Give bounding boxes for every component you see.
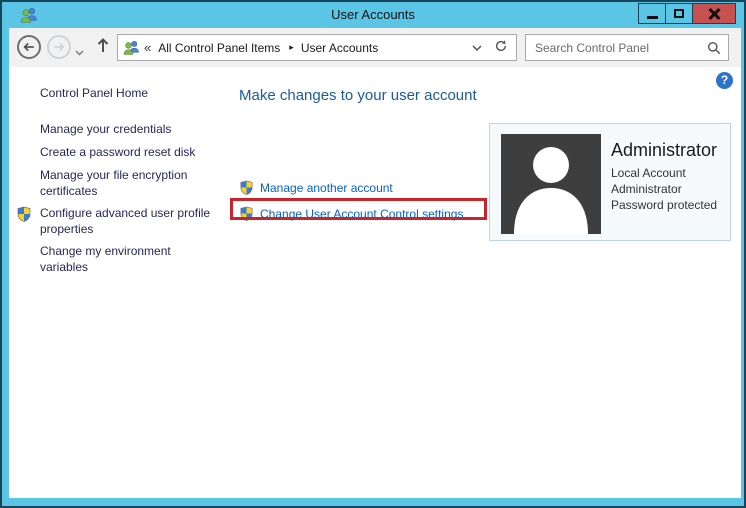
close-icon: [708, 8, 720, 20]
manage-another-account-link[interactable]: Manage another account: [239, 180, 393, 195]
manage-another-account-label: Manage another account: [260, 181, 393, 195]
sidebar-item-environment-variables[interactable]: Change my environment variables: [40, 243, 216, 275]
page-title: Make changes to your user account: [239, 87, 477, 104]
breadcrumb-item-all-control-panel-items[interactable]: All Control Panel Items: [158, 41, 280, 55]
navigation-toolbar: « All Control Panel Items ▸ User Account…: [9, 28, 741, 67]
title-bar[interactable]: User Accounts: [2, 2, 744, 28]
back-arrow-icon: [21, 39, 37, 55]
person-silhouette-icon: [501, 134, 601, 234]
search-box: [525, 34, 729, 61]
user-account-tile: Administrator Local Account Administrato…: [489, 123, 731, 241]
account-password-status: Password protected: [611, 198, 717, 212]
breadcrumb-separator-icon[interactable]: ▸: [289, 42, 294, 53]
back-button[interactable]: [17, 35, 41, 59]
refresh-icon: [494, 39, 508, 53]
minimize-button[interactable]: [638, 3, 666, 24]
sidebar-item-password-reset-disk[interactable]: Create a password reset disk: [40, 144, 216, 160]
avatar: [501, 134, 601, 234]
help-button[interactable]: ?: [716, 72, 733, 89]
user-accounts-icon: [123, 39, 140, 56]
account-role: Administrator: [611, 182, 682, 196]
breadcrumb-item-user-accounts[interactable]: User Accounts: [301, 41, 378, 55]
sidebar-item-control-panel-home[interactable]: Control Panel Home: [40, 86, 148, 100]
content-area: ? Control Panel Home Manage your credent…: [9, 67, 741, 498]
sidebar-item-manage-credentials[interactable]: Manage your credentials: [40, 121, 216, 137]
maximize-icon: [674, 9, 684, 18]
uac-shield-icon: [239, 206, 254, 221]
change-uac-settings-link[interactable]: Change User Account Control settings: [239, 206, 463, 221]
uac-shield-icon: [16, 206, 32, 222]
breadcrumb-overflow-chevron[interactable]: «: [144, 40, 151, 55]
uac-shield-icon: [239, 180, 254, 195]
maximize-button[interactable]: [665, 3, 693, 24]
minimize-icon: [647, 16, 658, 19]
refresh-button[interactable]: [490, 39, 516, 56]
account-name: Administrator: [611, 140, 717, 161]
search-icon[interactable]: [707, 41, 721, 60]
forward-button[interactable]: [47, 35, 71, 59]
account-type: Local Account: [611, 166, 686, 180]
address-dropdown-button[interactable]: [464, 37, 490, 59]
up-button[interactable]: [95, 36, 111, 59]
close-button[interactable]: [692, 3, 736, 24]
address-bar[interactable]: « All Control Panel Items ▸ User Account…: [117, 34, 517, 61]
window-title: User Accounts: [2, 7, 744, 22]
user-accounts-window: User Accounts: [0, 0, 746, 508]
recent-pages-dropdown[interactable]: [75, 43, 84, 61]
sidebar-item-file-encryption-certificates[interactable]: Manage your file encryption certificates: [40, 167, 216, 199]
search-input[interactable]: [526, 35, 702, 60]
change-uac-settings-label: Change User Account Control settings: [260, 207, 463, 221]
forward-arrow-icon: [51, 39, 67, 55]
sidebar-item-advanced-user-profile[interactable]: Configure advanced user profile properti…: [40, 205, 216, 237]
